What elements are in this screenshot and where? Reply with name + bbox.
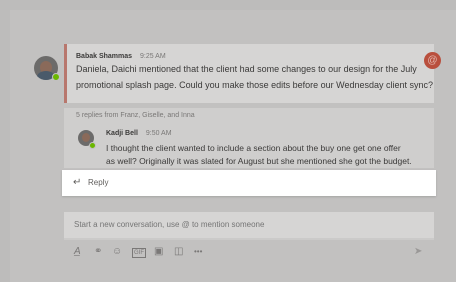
replies-summary-link[interactable]: 5 replies from Franz, Giselle, and Inna [76,112,195,119]
compose-input[interactable] [74,220,414,229]
reply-header: Kadji Bell 9:50 AM [106,130,172,137]
gif-icon[interactable]: GIF [132,248,146,258]
important-accent-bar [64,44,67,103]
mention-icon: @ [424,52,441,69]
attach-icon[interactable]: ⚭ [94,246,102,258]
reply-presence-icon [89,142,96,149]
reply-body-line-1: I thought the client wanted to include a… [106,143,401,153]
post-body-line-1: Daniela, Daichi mentioned that the clien… [76,64,417,74]
emoji-icon[interactable]: ☺ [112,246,122,258]
post-timestamp: 9:25 AM [139,53,166,60]
reply-body-line-2: as well? Originally it was slated for Au… [106,156,412,166]
send-icon[interactable]: ➤ [414,246,422,257]
meet-now-icon[interactable]: ◫ [174,246,183,258]
post-author[interactable]: Babak Shammas [76,53,132,60]
post-body-line-2: promotional splash page. Could you make … [76,80,434,90]
post-header: Babak Shammas 9:25 AM [76,53,166,60]
compose-box[interactable] [64,212,434,240]
reply-button-label: Reply [88,178,109,187]
reply-arrow-icon: ↵ [73,177,82,188]
presence-available-icon [52,73,60,81]
format-icon[interactable]: A̲ [74,246,81,258]
reply-timestamp: 9:50 AM [145,130,172,137]
reply-button[interactable]: ↵ Reply [62,170,436,196]
reply-author[interactable]: Kadji Bell [106,130,138,137]
sticker-icon[interactable]: ▣ [154,246,163,258]
more-icon[interactable]: ••• [194,246,202,258]
